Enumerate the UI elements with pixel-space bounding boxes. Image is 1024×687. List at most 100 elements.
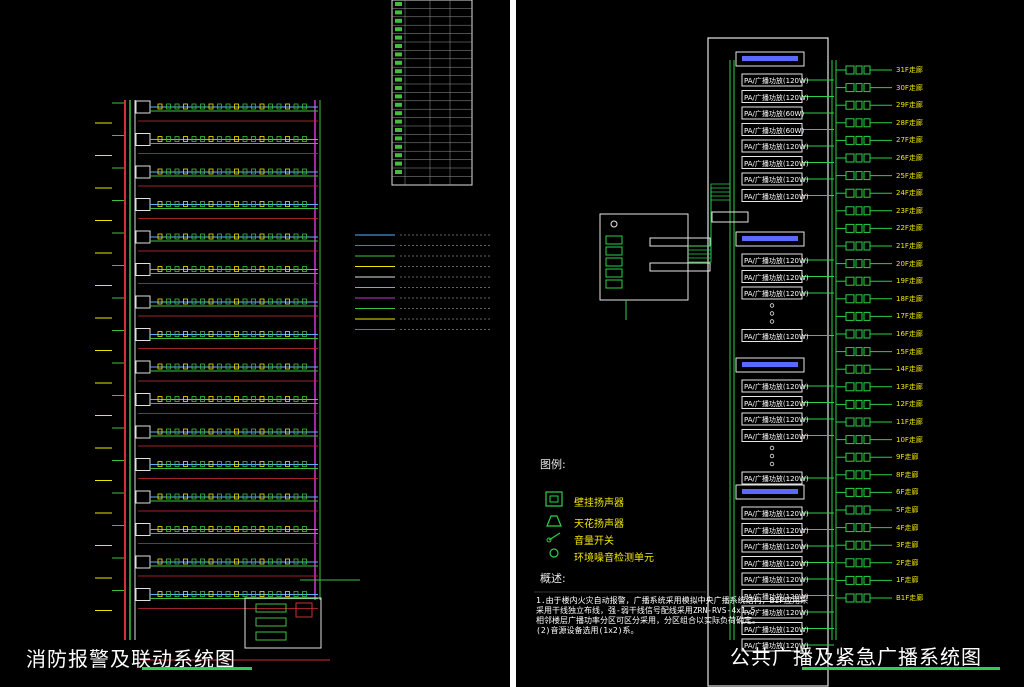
floor-label: 29F走廊 [896,101,923,110]
speaker-symbol [855,153,863,163]
floor-label: 9F走廊 [896,453,919,462]
floor-label: 18F走廊 [896,294,923,303]
floor-module-box [135,100,151,114]
fire-alarm-riser-diagram [95,0,490,661]
volume-switch-symbol [845,347,855,357]
floor-module-box [135,133,151,146]
volume-switch-symbol [845,206,855,216]
volume-switch-symbol [845,452,855,462]
amplifier-label: PA/广播功放(60W) [744,110,805,118]
legend-label-ceiling-speaker: 天花扬声器 [574,519,624,530]
floor-module-box [135,295,151,309]
speaker-symbol [855,417,863,427]
speaker-symbol [863,118,871,128]
note-line-4: (2)音源设备选用(1x2)系。 [536,626,639,635]
speaker-symbol [855,100,863,110]
volume-switch-symbol [845,276,855,286]
floor-label: 25F走廊 [896,171,923,180]
table-symbol [395,10,402,15]
floor-label: 28F走廊 [896,118,923,127]
notes-title: 概述: [540,572,566,585]
speaker-symbol [863,135,871,145]
speaker-symbol [855,206,863,216]
mixer-panel [742,56,798,61]
floor-label: 23F走廊 [896,206,923,215]
controller-unit [255,603,287,613]
floor-label: 12F走廊 [896,400,923,409]
speaker-symbol [855,118,863,128]
table-symbol [395,111,402,116]
floor-label: 1F走廊 [896,576,919,585]
amplifier-label: PA/广播功放(120W) [744,273,809,282]
table-symbol [395,136,402,141]
floor-label: 15F走廊 [896,347,923,356]
volume-switch-symbol [845,65,855,75]
speaker-symbol [863,575,871,585]
speaker-symbol [855,171,863,181]
volume-switch-symbol [845,329,855,339]
speaker-symbol [855,487,863,497]
floor-label: 10F走廊 [896,435,923,444]
floor-label: 2F走廊 [896,558,919,567]
legend-label-volume-switch: 音量开关 [574,536,614,547]
amplifier-label: PA/广播功放(120W) [744,625,809,634]
speaker-symbol [855,83,863,93]
table-symbol [395,27,402,32]
floor-module-box [135,555,151,569]
volume-switch-symbol [845,540,855,550]
amplifier-label: PA/广播功放(120W) [744,383,809,391]
table-symbol [395,2,402,6]
floor-module-box [135,588,151,601]
volume-switch-symbol [845,83,855,93]
signal-line [688,187,730,259]
amplifier-label: PA/广播功放(120W) [744,559,809,568]
speaker-symbol [863,188,871,198]
signal-line [688,191,730,255]
floor-module-box [135,198,151,211]
control-unit [649,237,711,247]
table-symbol [395,86,402,90]
speaker-symbol [863,435,871,445]
speaker-symbol [863,294,871,304]
volume-switch-symbol [845,118,855,128]
speaker-symbol [863,153,871,163]
speaker-symbol [855,347,863,357]
volume-switch-symbol [845,135,855,145]
table-symbol [395,69,402,74]
speaker-symbol [863,593,871,603]
speaker-symbol [855,558,863,568]
floor-label: 19F走廊 [896,277,923,286]
amplifier-label: PA/广播功放(120W) [744,176,809,184]
ellipsis-dot [769,311,775,316]
volume-switch-symbol [845,593,855,603]
volume-switch-symbol [845,399,855,409]
source-unit [605,279,623,289]
control-unit [649,262,711,272]
ellipsis-dot [769,453,775,459]
broadcast-panel: 图例: 壁挂扬声器 天花扬声器 音量开关 环境噪音检测单元 概述: 1.由于楼内… [516,0,1024,687]
amplifier-label: PA/广播功放(120W) [744,475,809,483]
broadcast-caption: 公共广播及紧急广播系统图 [730,645,982,669]
speaker-symbol [863,241,871,251]
floor-module-box [135,165,151,179]
table-symbol [395,44,402,48]
table-symbol [395,153,402,158]
microphone-icon [610,220,618,228]
controller-unit [255,617,287,627]
speaker-symbol [855,135,863,145]
source-unit [605,246,623,256]
volume-switch-symbol [845,223,855,233]
speaker-symbol [855,259,863,269]
amplifier-label: PA/广播功放(120W) [744,576,809,584]
volume-switch-symbol [845,558,855,568]
speaker-symbol [855,523,863,533]
table-symbol [395,77,402,82]
floor-label: 11F走廊 [896,418,923,426]
table-symbol [395,60,402,65]
signal-line [688,195,730,251]
ellipsis-dot [769,461,775,467]
floor-label: 30F走廊 [896,83,923,92]
speaker-symbol [863,259,871,269]
speaker-symbol [863,347,871,357]
amplifier-label: PA/广播功放(120W) [744,93,809,102]
